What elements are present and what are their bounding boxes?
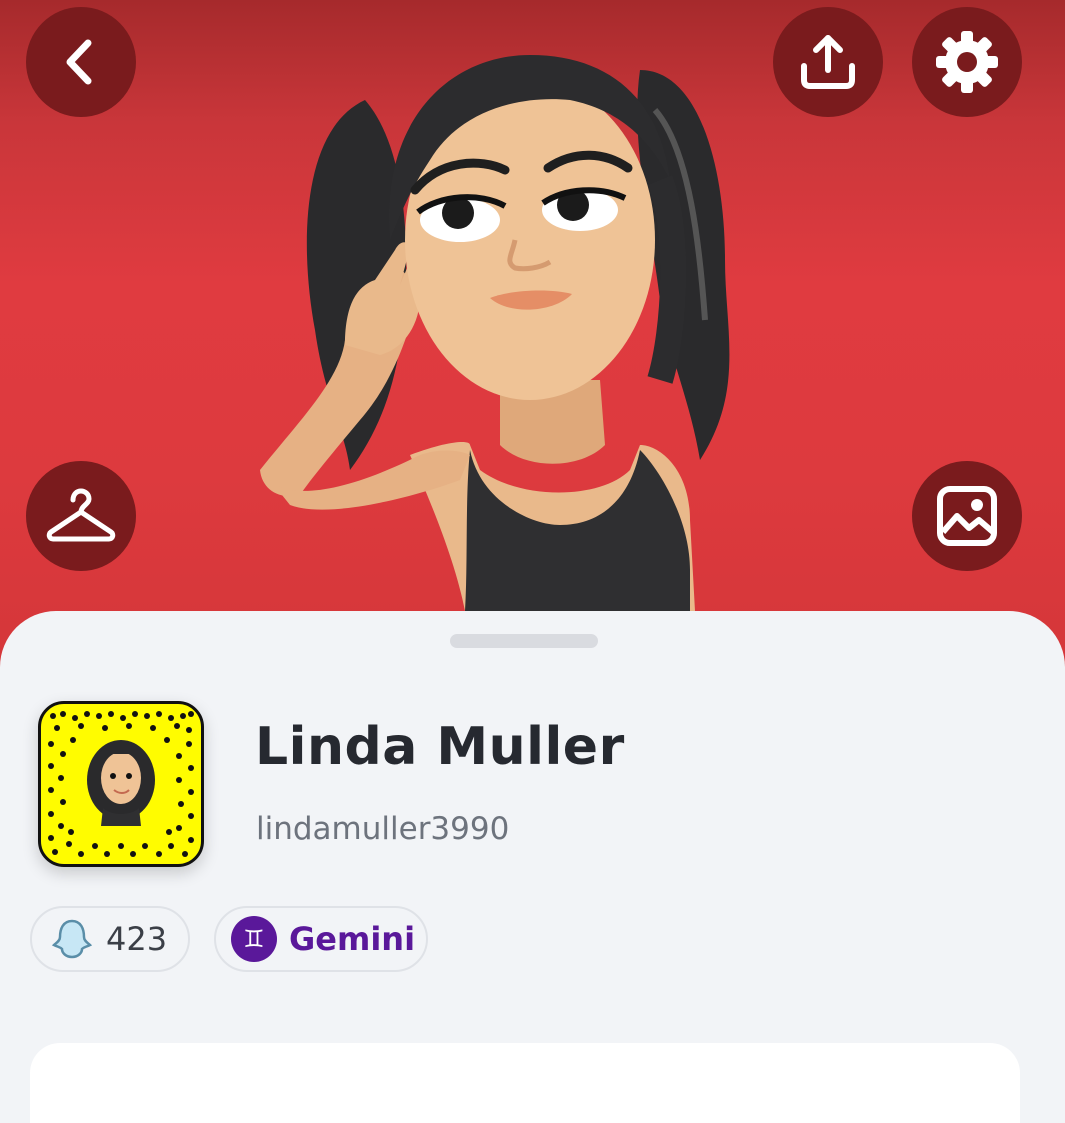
sheet-grabber[interactable] — [450, 634, 598, 648]
gear-icon — [936, 31, 998, 93]
image-icon — [937, 486, 997, 546]
share-profile-button[interactable] — [773, 7, 883, 117]
username[interactable]: lindamuller3990 — [256, 811, 509, 847]
snapcode-pattern — [48, 711, 194, 857]
hanger-icon — [46, 488, 116, 542]
profile-sheet: Linda Muller lindamuller3990 423 ♊ Gemin… — [0, 611, 1065, 1123]
zodiac-pill[interactable]: ♊ Gemini — [214, 906, 428, 972]
bitmoji-avatar[interactable] — [0, 0, 1065, 680]
outfit-button[interactable] — [26, 461, 136, 571]
ghost-icon — [51, 919, 93, 959]
settings-button[interactable] — [912, 7, 1022, 117]
bitmoji-selfie-button[interactable] — [912, 461, 1022, 571]
chevron-left-icon — [66, 39, 92, 85]
snapcode[interactable] — [38, 701, 204, 867]
gemini-icon: ♊ — [231, 916, 277, 962]
back-button[interactable] — [26, 7, 136, 117]
snap-score-pill[interactable]: 423 — [30, 906, 190, 972]
bitmoji-hero — [0, 0, 1065, 680]
profile-card — [30, 1043, 1020, 1123]
display-name: Linda Muller — [255, 717, 625, 777]
zodiac-sign: Gemini — [289, 920, 416, 958]
snap-score: 423 — [106, 920, 168, 958]
upload-icon — [801, 35, 855, 89]
